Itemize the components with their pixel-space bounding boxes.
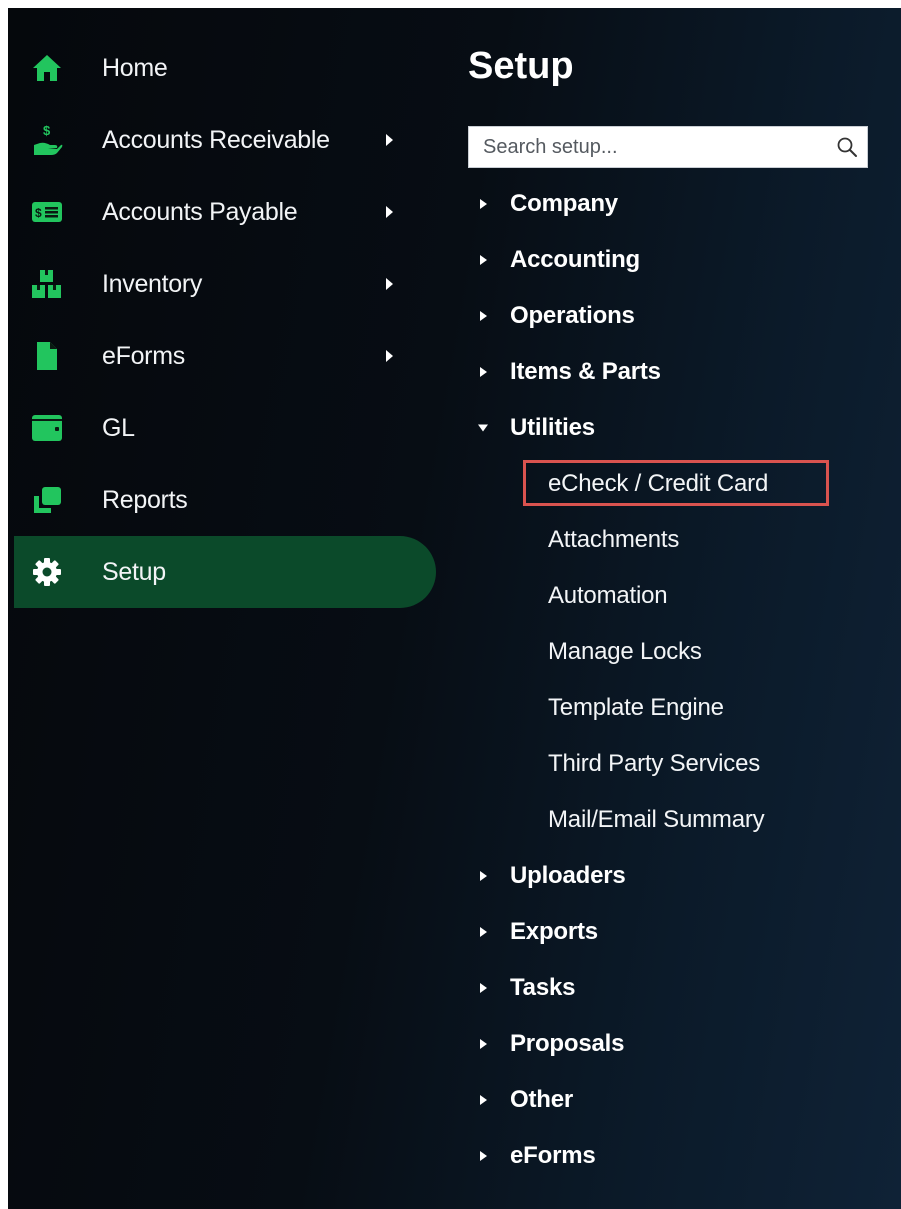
boxes-icon [30,267,64,301]
subitem-template-engine[interactable]: Template Engine [468,680,888,736]
app-window: Home $ Accounts Receivable $ Accounts Pa… [8,8,901,1209]
tree-item-label: Exports [510,918,598,945]
caret-right-icon [480,983,487,993]
sidebar-item-label: eForms [102,341,185,370]
home-icon [30,51,64,85]
tree-item-exports[interactable]: Exports [468,904,888,960]
tree-item-tasks[interactable]: Tasks [468,960,888,1016]
tree-item-accounting[interactable]: Accounting [468,232,888,288]
subitem-label: Third Party Services [548,750,761,777]
money-hand-icon: $ [30,123,64,157]
tree-item-label: Tasks [510,974,576,1001]
sidebar-nav: Home $ Accounts Receivable $ Accounts Pa… [8,32,438,608]
tree-item-utilities[interactable]: Utilities [468,400,888,456]
chevron-right-icon [386,278,393,290]
tree-item-operations[interactable]: Operations [468,288,888,344]
caret-right-icon [480,255,487,265]
svg-text:$: $ [43,123,51,138]
caret-right-icon [480,311,487,321]
search-icon[interactable] [835,135,859,159]
tree-item-other[interactable]: Other [468,1072,888,1128]
clone-icon [30,483,64,517]
subitem-echeck-credit-card[interactable]: eCheck / Credit Card [468,456,888,512]
caret-right-icon [480,1095,487,1105]
search-input[interactable] [469,127,823,167]
tree-item-label: eForms [510,1142,596,1169]
tree-item-label: Items & Parts [510,358,661,385]
wallet-icon [30,411,64,445]
gear-icon [30,555,64,589]
tree-item-uploaders[interactable]: Uploaders [468,848,888,904]
sidebar-item-label: Accounts Payable [102,197,298,226]
subitem-label: Mail/Email Summary [548,806,765,833]
caret-right-icon [480,1151,487,1161]
tree-item-proposals[interactable]: Proposals [468,1016,888,1072]
caret-right-icon [480,927,487,937]
setup-tree: Company Accounting Operations Items & Pa… [468,176,888,1184]
sidebar-item-accounts-payable[interactable]: $ Accounts Payable [8,176,438,248]
subitem-attachments[interactable]: Attachments [468,512,888,568]
chevron-right-icon [386,350,393,362]
tree-item-label: Utilities [510,414,595,441]
sidebar-item-eforms[interactable]: eForms [8,320,438,392]
tree-item-label: Company [510,190,618,217]
caret-right-icon [480,871,487,881]
caret-right-icon [480,367,487,377]
sidebar-item-inventory[interactable]: Inventory [8,248,438,320]
caret-down-icon [478,424,488,432]
tree-item-eforms[interactable]: eForms [468,1128,888,1184]
subitem-label: Automation [548,582,668,609]
sidebar-item-label: Inventory [102,269,203,298]
sidebar-item-label: GL [102,413,135,442]
tree-item-label: Proposals [510,1030,625,1057]
subitem-manage-locks[interactable]: Manage Locks [468,624,888,680]
svg-text:$: $ [35,206,42,220]
sidebar-item-label: Reports [102,485,188,514]
setup-panel: Setup Company Accounting Operations [468,38,888,1184]
subitem-label: Attachments [548,526,680,553]
sidebar-item-gl[interactable]: GL [8,392,438,464]
tree-item-label: Uploaders [510,862,626,889]
subitem-third-party-services[interactable]: Third Party Services [468,736,888,792]
subitem-label: Manage Locks [548,638,702,665]
subitem-mail-email-summary[interactable]: Mail/Email Summary [468,792,888,848]
document-icon [30,339,64,373]
sidebar-item-home[interactable]: Home [8,32,438,104]
sidebar-item-accounts-receivable[interactable]: $ Accounts Receivable [8,104,438,176]
tree-item-items-parts[interactable]: Items & Parts [468,344,888,400]
chevron-right-icon [386,206,393,218]
subitem-label: eCheck / Credit Card [548,470,769,497]
sidebar-item-label: Accounts Receivable [102,125,330,154]
sidebar-item-label: Home [102,53,168,82]
caret-right-icon [480,1039,487,1049]
bill-icon: $ [30,195,64,229]
subitem-automation[interactable]: Automation [468,568,888,624]
tree-item-company[interactable]: Company [468,176,888,232]
sidebar-item-reports[interactable]: Reports [8,464,438,536]
tree-item-label: Accounting [510,246,640,273]
chevron-right-icon [386,134,393,146]
search-box [468,126,868,168]
caret-right-icon [480,199,487,209]
subitem-label: Template Engine [548,694,724,721]
page-title: Setup [468,45,574,87]
sidebar-item-label: Setup [102,557,166,586]
tree-item-label: Other [510,1086,574,1113]
sidebar-item-setup[interactable]: Setup [14,536,436,608]
tree-item-label: Operations [510,302,635,329]
